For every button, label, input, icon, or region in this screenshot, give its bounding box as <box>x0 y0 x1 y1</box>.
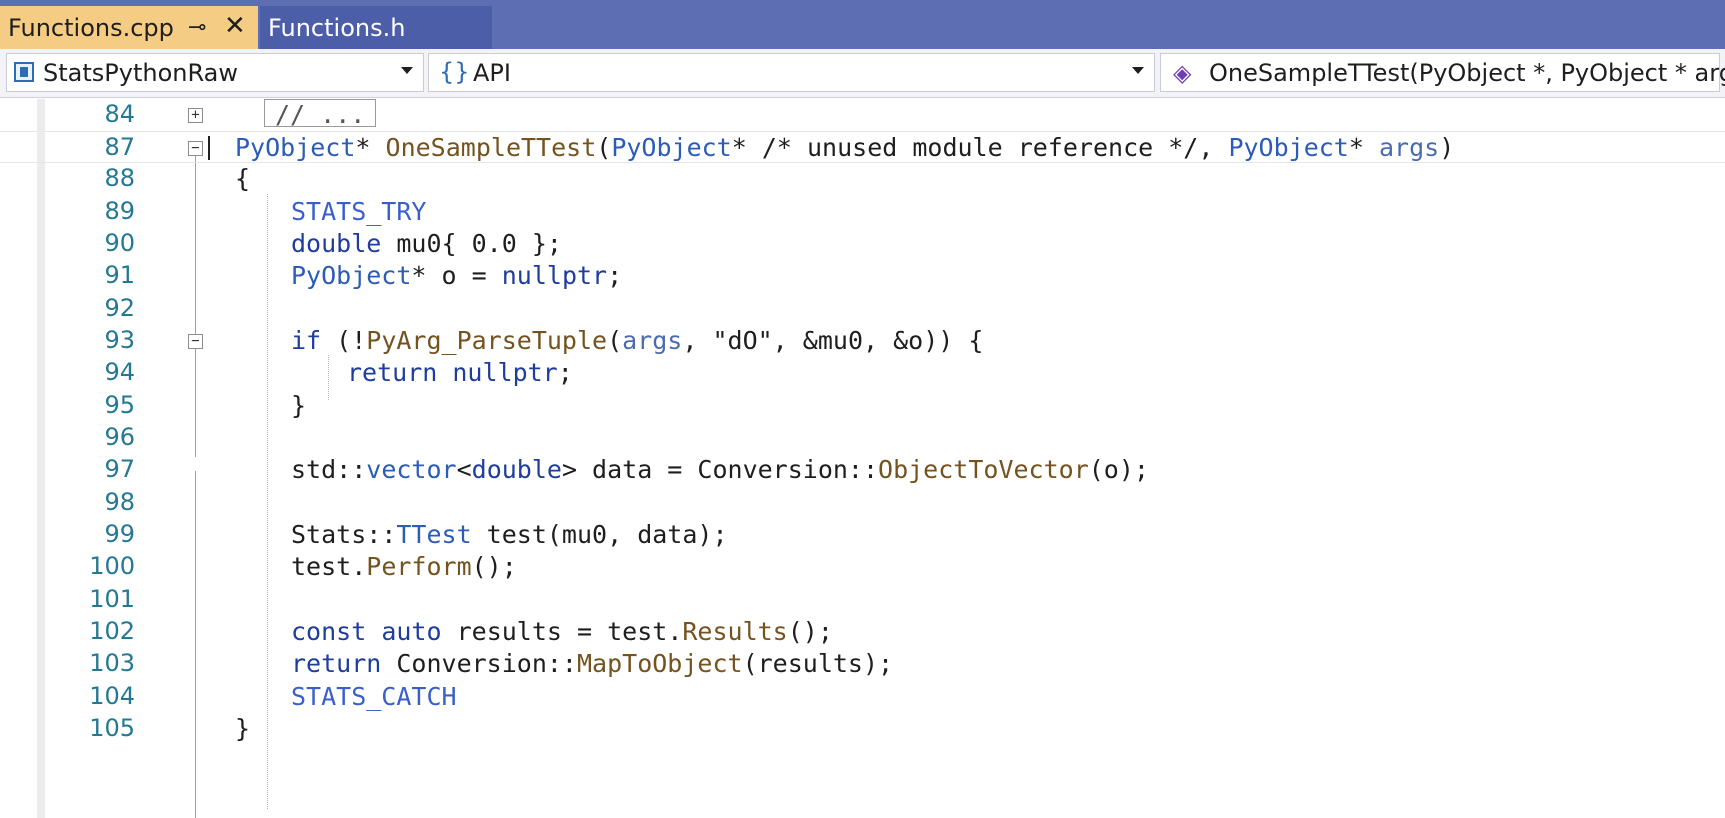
code-text: PyObject* OneSampleTTest(PyObject* /* un… <box>235 133 1455 162</box>
line-number: 98 <box>104 488 135 516</box>
code-line[interactable]: 89 STATS_TRY <box>0 196 1725 228</box>
code-editor[interactable]: 84 + // ... 87 − PyObject* OneSampleTTes… <box>0 99 1725 818</box>
code-line[interactable]: 103 return Conversion::MapToObject(resul… <box>0 648 1725 680</box>
text-caret <box>208 136 210 160</box>
line-number: 94 <box>104 358 135 386</box>
line-number: 105 <box>89 714 135 742</box>
code-line[interactable]: 93 − if (!PyArg_ParseTuple(args, "dO", &… <box>0 325 1725 357</box>
scope-dropdown[interactable]: {} API <box>428 53 1155 92</box>
code-text: return nullptr; <box>347 358 573 387</box>
code-text: const auto results = test.Results(); <box>291 617 833 646</box>
member-label: OneSampleTTest(PyObject *, PyObject * ar… <box>1209 59 1725 87</box>
line-number: 103 <box>89 649 135 677</box>
code-line[interactable]: 99 Stats::TTest test(mu0, data); <box>0 519 1725 551</box>
code-line[interactable]: 98 <box>0 487 1725 519</box>
chevron-down-icon[interactable] <box>1132 67 1144 74</box>
line-number: 101 <box>89 585 135 613</box>
code-line[interactable]: 96 <box>0 422 1725 454</box>
code-text: if (!PyArg_ParseTuple(args, "dO", &mu0, … <box>291 326 984 355</box>
code-line[interactable]: 91 PyObject* o = nullptr; <box>0 260 1725 292</box>
line-number: 95 <box>104 391 135 419</box>
line-number: 99 <box>104 520 135 548</box>
code-text: std::vector<double> data = Conversion::O… <box>291 455 1149 484</box>
line-number: 93 <box>104 326 135 354</box>
line-number: 97 <box>104 455 135 483</box>
namespace-icon: {} <box>439 58 470 86</box>
collapsed-region[interactable]: // ... <box>264 99 377 129</box>
code-text: test.Perform(); <box>291 552 517 581</box>
code-line[interactable]: 104 STATS_CATCH <box>0 681 1725 713</box>
project-icon <box>14 62 34 82</box>
code-text: } <box>235 714 251 743</box>
line-number: 92 <box>104 294 135 322</box>
code-text: } <box>291 391 307 420</box>
scope-label: API <box>473 59 511 87</box>
tab-label: Functions.cpp <box>8 13 174 42</box>
code-text: Stats::TTest test(mu0, data); <box>291 520 728 549</box>
code-line[interactable]: 105 } <box>0 713 1725 745</box>
line-number: 87 <box>104 133 135 161</box>
code-text: PyObject* o = nullptr; <box>291 261 623 290</box>
code-line[interactable]: 84 + // ... <box>0 99 1725 131</box>
code-line[interactable]: 92 <box>0 293 1725 325</box>
line-number: 100 <box>89 552 135 580</box>
close-icon[interactable]: ✕ <box>224 11 246 41</box>
code-line[interactable]: 102 const auto results = test.Results(); <box>0 616 1725 648</box>
line-number: 90 <box>104 229 135 257</box>
collapse-icon[interactable]: − <box>188 141 203 156</box>
line-number: 88 <box>104 164 135 192</box>
expand-icon[interactable]: + <box>188 108 203 123</box>
code-text: return Conversion::MapToObject(results); <box>291 649 894 678</box>
line-number: 96 <box>104 423 135 451</box>
member-dropdown[interactable]: ◈ OneSampleTTest(PyObject *, PyObject * … <box>1160 53 1725 92</box>
code-text: STATS_TRY <box>291 197 427 226</box>
line-number: 104 <box>89 682 135 710</box>
pin-icon[interactable]: ⊸ <box>188 15 206 40</box>
code-line[interactable]: 95 } <box>0 390 1725 422</box>
method-icon: ◈ <box>1173 59 1192 87</box>
line-number: 102 <box>89 617 135 645</box>
code-text: STATS_CATCH <box>291 682 457 711</box>
code-text: { <box>235 164 251 193</box>
line-number: 91 <box>104 261 135 289</box>
line-number: 84 <box>104 100 135 128</box>
navigation-bar: StatsPythonRaw {} API ◈ OneSampleTTest(P… <box>0 49 1725 98</box>
code-line[interactable]: 101 <box>0 584 1725 616</box>
tab-functions-h[interactable]: Functions.h <box>260 6 492 49</box>
code-text: double mu0{ 0.0 }; <box>291 229 562 258</box>
code-line[interactable]: 97 std::vector<double> data = Conversion… <box>0 454 1725 486</box>
project-dropdown[interactable]: StatsPythonRaw <box>6 53 424 92</box>
document-tab-bar: Functions.cpp ⊸ ✕ Functions.h <box>0 0 1725 49</box>
collapse-icon[interactable]: − <box>188 334 203 349</box>
code-line[interactable]: 90 double mu0{ 0.0 }; <box>0 228 1725 260</box>
code-line-current[interactable]: 87 − PyObject* OneSampleTTest(PyObject* … <box>0 131 1725 164</box>
tab-label: Functions.h <box>268 13 406 42</box>
code-line[interactable]: 94 return nullptr; <box>0 357 1725 389</box>
tab-functions-cpp[interactable]: Functions.cpp ⊸ ✕ <box>0 6 258 49</box>
code-line[interactable]: 100 test.Perform(); <box>0 551 1725 583</box>
code-line[interactable]: 88 { <box>0 163 1725 195</box>
project-label: StatsPythonRaw <box>43 59 238 87</box>
chevron-down-icon[interactable] <box>401 67 413 74</box>
line-number: 89 <box>104 197 135 225</box>
